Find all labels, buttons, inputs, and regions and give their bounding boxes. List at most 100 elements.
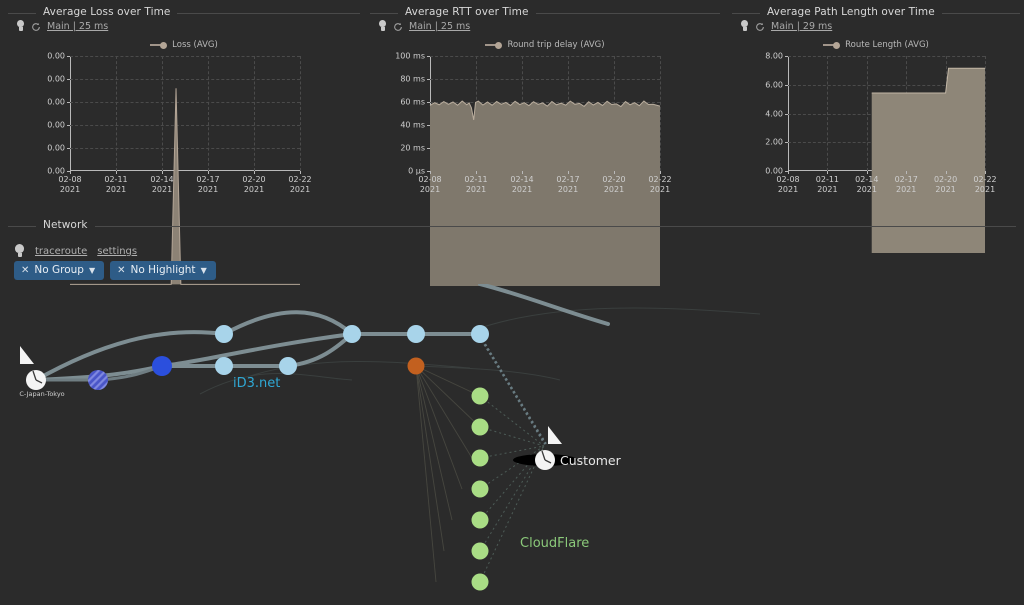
y-tick: 0.00 [47, 97, 65, 107]
panel-pathlen-header: Main | 29 ms [740, 20, 832, 33]
panel-rtt-header: Main | 25 ms [378, 20, 470, 33]
y-tick: 2.00 [765, 137, 783, 147]
refresh-icon[interactable] [31, 22, 41, 32]
x-tick: 02-08 2021 [58, 175, 82, 194]
node-highlighted [152, 356, 172, 376]
x-tick: 02-22 2021 [288, 175, 312, 194]
chart-loss-legend: Loss (AVG) [8, 40, 360, 50]
panel-loss: Main | 25 ms Loss (AVG) 0.00 0.00 0.00 0… [8, 0, 360, 205]
refresh-icon[interactable] [755, 22, 765, 32]
y-tick: 4.00 [765, 109, 783, 118]
panel-rtt: Main | 25 ms Round trip delay (AVG) 100 … [370, 0, 720, 286]
y-tick: 0.00 [47, 120, 65, 130]
background-links [199, 307, 761, 395]
y-tick: 100 ms [395, 51, 425, 61]
y-tick: 0.00 [47, 143, 65, 153]
x-tick: 02-17 2021 [556, 175, 580, 194]
section-divider [8, 226, 1016, 227]
chart-rtt: Round trip delay (AVG) 100 ms 80 ms 60 m… [370, 38, 720, 286]
node-cloudflare [471, 511, 489, 529]
y-tick: 0.00 [47, 51, 65, 61]
chart-rtt-legend: Round trip delay (AVG) [370, 40, 720, 50]
y-tick: 6.00 [765, 80, 783, 90]
node-router [215, 357, 233, 375]
primary-links [34, 284, 610, 382]
y-tick: 40 ms [400, 120, 425, 130]
x-tick: 02-11 2021 [464, 175, 488, 194]
no-group-label: No Group [34, 264, 84, 276]
chart-loss: Loss (AVG) 0.00 0.00 0.00 0.00 0.00 0.00… [8, 38, 360, 200]
legend-marker-icon [833, 41, 841, 49]
network-toolbar-links: traceroute settings [14, 244, 137, 259]
lightbulb-icon [740, 20, 749, 33]
x-tick: 02-11 2021 [815, 175, 840, 194]
x-tick: 02-14 2021 [150, 175, 174, 194]
orange-fanout-paths [415, 365, 481, 583]
as-label-id3: iD3.net [233, 376, 281, 391]
no-group-button[interactable]: ✕ No Group ▼ [14, 261, 105, 280]
lightbulb-icon [16, 20, 25, 33]
network-section-title: Network [36, 219, 95, 231]
lightbulb-icon [14, 244, 25, 259]
chart-pathlen-plot: 8.00 6.00 4.00 2.00 0.00 02-08 2021 02-11… [765, 52, 997, 254]
node-router [343, 325, 361, 343]
refresh-icon[interactable] [393, 22, 403, 32]
customer-endpoint-label: Customer [560, 453, 621, 468]
network-filter-buttons: ✕ No Group ▼ ✕ No Highlight ▼ [14, 261, 216, 280]
x-icon: ✕ [21, 264, 30, 276]
legend-label: Route Length (AVG) [845, 40, 929, 50]
node-cloudflare [471, 418, 489, 436]
y-tick: 80 ms [400, 74, 425, 84]
node-cloudflare [471, 480, 489, 498]
x-tick: 02-08 2021 [776, 175, 800, 194]
y-tick: 0.00 [47, 74, 65, 84]
chart-pathlen-legend: Route Length (AVG) [732, 40, 1020, 50]
node-router [279, 357, 297, 375]
x-tick: 02-17 2021 [894, 175, 918, 194]
legend-label: Loss (AVG) [172, 40, 218, 50]
chart-loss-plot: 0.00 0.00 0.00 0.00 0.00 0.00 02-082021 [47, 52, 312, 171]
panel-pathlen-link[interactable]: Main | 29 ms [771, 21, 832, 32]
y-tick: 8.00 [765, 51, 783, 61]
x-tick: 02-20 2021 [933, 175, 958, 194]
x-tick: 02-08 2021 [418, 175, 442, 194]
node-router [471, 325, 489, 343]
x-tick: 02-14 2021 [855, 175, 879, 194]
y-tick: 20 ms [400, 143, 425, 153]
lightbulb-icon [378, 20, 387, 33]
x-tick: 02-22 2021 [973, 175, 997, 194]
topology-canvas[interactable] [0, 284, 1024, 605]
traceroute-link[interactable]: traceroute [35, 246, 87, 257]
x-tick: 02-14 2021 [510, 175, 534, 194]
as-label-cloudflare: CloudFlare [520, 536, 590, 551]
panel-pathlen: Main | 29 ms Route Length (AVG) 8.00 6.0… [732, 0, 1020, 254]
node-hatched [88, 370, 108, 390]
chart-pathlen: Route Length (AVG) 8.00 6.00 4.00 2.00 0… [732, 38, 1020, 254]
settings-link[interactable]: settings [97, 246, 137, 257]
endpoint-source [20, 346, 46, 390]
network-topology-graph[interactable]: C-Japan-Tokyo Customer iD3.net CloudFlar… [0, 284, 1024, 605]
chart-rtt-plot: 100 ms 80 ms 60 ms 40 ms 20 ms 0 µs 02-0… [395, 52, 672, 286]
node-cloudflare [471, 542, 489, 560]
node-orange [407, 357, 425, 375]
panel-loss-link[interactable]: Main | 25 ms [47, 21, 108, 32]
x-tick: 02-20 2021 [242, 175, 266, 194]
node-cloudflare [471, 387, 489, 405]
legend-marker-icon [495, 41, 503, 49]
chart-pathlen-series [871, 56, 985, 254]
green-node-paths [479, 395, 545, 583]
legend-label: Round trip delay (AVG) [507, 40, 605, 50]
x-tick: 02-22 2021 [648, 175, 672, 194]
node-router [407, 325, 425, 343]
chevron-down-icon: ▼ [88, 265, 96, 275]
x-tick: 02-20 2021 [602, 175, 626, 194]
no-highlight-button[interactable]: ✕ No Highlight ▼ [110, 261, 216, 280]
no-highlight-label: No Highlight [130, 264, 196, 276]
x-icon: ✕ [117, 264, 126, 276]
legend-marker-icon [160, 41, 168, 49]
x-tick: 02-11 2021 [104, 175, 128, 194]
node-cloudflare [471, 449, 489, 467]
panel-loss-header: Main | 25 ms [16, 20, 108, 33]
panel-rtt-link[interactable]: Main | 25 ms [409, 21, 470, 32]
x-tick: 02-17 2021 [196, 175, 220, 194]
